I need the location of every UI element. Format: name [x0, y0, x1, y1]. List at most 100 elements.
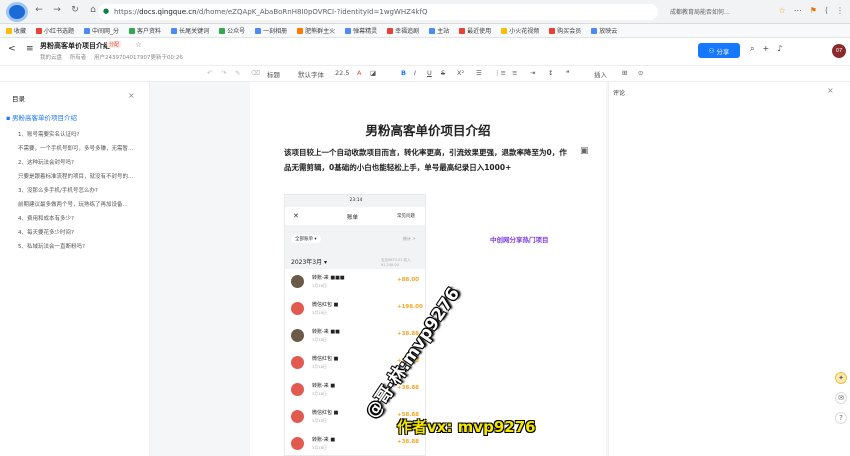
document-page[interactable]: 男粉高客单价项目介绍 该项目较上一个自动收款项目而言，转化率更高，引流效果更强，…	[250, 82, 606, 456]
doc-paragraph[interactable]: 该项目较上一个自动收款项目而言，转化率更高，引流效果更强，退款率降至为0，作品无…	[284, 145, 572, 175]
strikethrough-icon[interactable]: S	[441, 69, 445, 77]
bookmark-item[interactable]: 收藏	[6, 26, 26, 35]
outline-item[interactable]: 1、账号需要实名认证吗?	[18, 130, 146, 138]
outline-item[interactable]: 不需要，一个手机号即可，多号多赚，无需暂...	[18, 144, 146, 152]
watermark-bottom: 作者vx: mvp9276	[397, 418, 536, 436]
table-icon[interactable]: ⊞	[622, 69, 627, 77]
superscript-icon[interactable]: X²	[457, 69, 464, 77]
doc-meta: 我的云盘 所有者 用户2439704017907更新于00:26	[40, 53, 189, 61]
more-tools-icon[interactable]: ⊙	[638, 69, 643, 77]
bookmark-item[interactable]: 最近使用	[459, 26, 491, 35]
back-icon[interactable]: <	[8, 44, 16, 54]
flag-icon[interactable]: ⚑	[810, 6, 817, 15]
favorite-star-icon[interactable]: ☆	[135, 40, 142, 49]
outline-item[interactable]: 4、每天要花多少时间?	[18, 228, 146, 236]
help-icon[interactable]: ?	[835, 412, 847, 424]
doc-location[interactable]: 我的云盘	[40, 55, 62, 61]
underline-icon[interactable]: U	[427, 69, 432, 77]
doc-updated: 用户2439704017907更新于00:26	[94, 55, 183, 61]
bell-icon[interactable]: ♪	[777, 44, 782, 54]
outline-item[interactable]: 2、这种玩法会封号吗?	[18, 158, 146, 166]
bookmark-item[interactable]: 放映云	[591, 26, 617, 35]
bill-name: 微信红包 ■	[312, 410, 339, 416]
browser-tools: ☆ ⋯ ⚑ ⟨ ⋮	[779, 6, 844, 15]
bookmark-item[interactable]: 中间网_分	[84, 26, 119, 35]
bookmark-favicon-icon	[591, 27, 598, 34]
bookmark-item[interactable]: 客户资料	[129, 26, 161, 35]
redo-icon[interactable]: ↷	[221, 69, 226, 77]
reload-icon[interactable]: ↻	[69, 5, 81, 15]
bookmark-item[interactable]: 小火花视频	[501, 26, 539, 35]
bookmark-item[interactable]: 小红书选题	[36, 26, 74, 35]
bookmark-favicon-icon	[129, 27, 136, 34]
bookmark-item[interactable]: 一刻相册	[255, 26, 287, 35]
comments-panel: 评论 × ✦ ✉ ?	[608, 82, 850, 456]
feedback-icon[interactable]: ✉	[835, 392, 847, 404]
line-spacing-icon[interactable]: ↕	[548, 69, 553, 77]
avatar[interactable]: 07	[832, 44, 846, 58]
bookmark-item[interactable]: 公众号	[219, 26, 245, 35]
highlight-icon[interactable]: ◪	[370, 69, 376, 77]
outline-item[interactable]: 只要是跟着标准流程的项目，就没有不封号的...	[18, 172, 146, 180]
back-arrow-icon[interactable]: ←	[33, 5, 45, 15]
align-icon[interactable]: ≡	[512, 69, 517, 77]
heading-select[interactable]: 标题	[267, 69, 280, 79]
bookmark-item[interactable]: 弹幕精灵	[345, 26, 377, 35]
bookmark-star-icon[interactable]: ☆	[779, 6, 786, 15]
search-hint[interactable]: 成都教育局能否如何…	[670, 7, 730, 16]
bookmark-label: 收藏	[14, 28, 27, 35]
outline-item[interactable]: 3、没那么多手机/手机号怎么办?	[18, 186, 146, 194]
bill-name: 转账-来 ■■	[312, 329, 340, 335]
list-icon[interactable]: ☰	[476, 69, 482, 77]
assistant-icon[interactable]: ✦	[835, 372, 847, 384]
bookmark-item[interactable]: 购买会员	[549, 26, 581, 35]
bill-date: 3月18日	[312, 418, 327, 423]
insert-menu[interactable]: 插入	[594, 69, 607, 79]
menu-icon[interactable]: ⋮	[836, 6, 844, 15]
lock-icon: ●	[103, 7, 110, 15]
close-icon[interactable]: ×	[827, 86, 834, 95]
bookmark-favicon-icon	[345, 27, 352, 34]
font-color-icon[interactable]: A	[357, 69, 361, 77]
bookmark-favicon-icon	[219, 27, 226, 34]
doc-owner[interactable]: 所有者	[70, 55, 87, 61]
ordered-list-icon[interactable]: ⋮≡	[494, 69, 506, 77]
font-select[interactable]: 默认字体	[298, 69, 324, 79]
bookmark-item[interactable]: 幸福追剧	[387, 26, 419, 35]
italic-icon[interactable]: I	[414, 69, 416, 77]
outline-item[interactable]: 4、费用和成本有多少?	[18, 214, 146, 222]
doc-heading[interactable]: 男粉高客单价项目介绍	[250, 120, 606, 139]
font-size-select[interactable]: 22.5	[335, 69, 349, 77]
bookmark-item[interactable]: 肥熊群主火	[297, 26, 335, 35]
forward-arrow-icon[interactable]: →	[51, 5, 63, 15]
add-icon[interactable]: +	[762, 44, 769, 54]
outline-item[interactable]: 前期建议最多做两个号，玩熟练了再加设备...	[18, 200, 146, 208]
more-icon[interactable]: ⋯	[794, 6, 802, 15]
close-icon[interactable]: ×	[128, 91, 135, 100]
indent-icon[interactable]: ⇥	[530, 69, 535, 77]
menu-lines-icon[interactable]: ≡	[26, 44, 34, 54]
search-icon[interactable]: ⌕	[750, 44, 754, 54]
format-painter-icon[interactable]: ✎	[235, 69, 240, 77]
doc-title[interactable]: 男粉高客单价项目介绍	[40, 41, 110, 51]
outline-item-active[interactable]: ▪ 男粉高客单价项目介绍	[6, 112, 134, 122]
share-button[interactable]: ⚇ 分享	[698, 43, 740, 58]
outline-item-label: 男粉高客单价项目介绍	[12, 114, 77, 122]
sidebar-toggle-icon[interactable]: ⟨	[825, 6, 828, 15]
bold-button[interactable]: B	[401, 69, 406, 77]
quote-icon[interactable]: ❝	[566, 69, 570, 77]
red-envelope-icon	[291, 356, 304, 369]
undo-icon[interactable]: ↶	[207, 69, 212, 77]
outline-item-label: 4、每天要花多少时间?	[18, 230, 74, 236]
bookmark-item[interactable]: 主站	[429, 26, 449, 35]
doc-tag: 分配	[107, 41, 122, 48]
address-bar[interactable]: ● https://docs.qingque.cn/d/home/eZQApK_…	[98, 4, 658, 20]
comment-icon[interactable]: ▣	[580, 146, 589, 156]
promo-link[interactable]: 中创网分享热门项目	[490, 234, 549, 244]
outline-item[interactable]: 5、私域玩法会一直断粉吗?	[18, 242, 146, 250]
bookmark-item[interactable]: 长尾关键词	[171, 26, 209, 35]
clear-format-icon[interactable]: ⌫	[251, 69, 260, 77]
bookmark-label: 长尾关键词	[179, 28, 210, 35]
bill-row: 转账-来 ■■■ 3月18日 +88.00	[285, 269, 425, 295]
floating-buttons: ✦ ✉ ?	[835, 372, 847, 424]
